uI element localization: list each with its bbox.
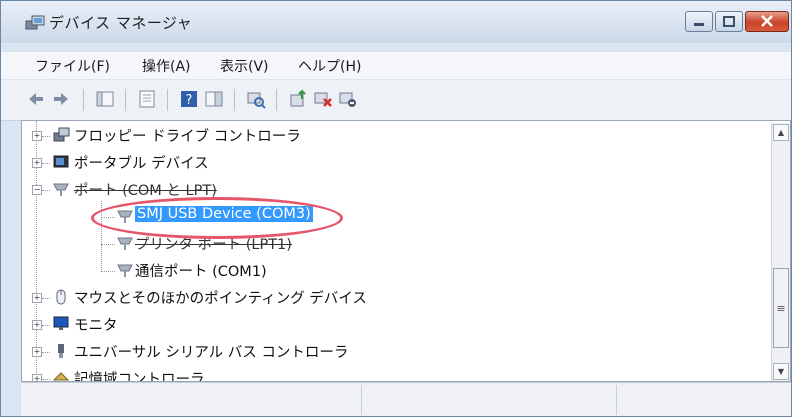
expand-toggle[interactable]: + (32, 131, 42, 141)
scroll-up-button[interactable]: ▲ (773, 124, 789, 141)
device-manager-window: デバイス マネージャ ファイル(F) 操作(A) 表示(V) ヘルプ(H) ? (0, 0, 792, 417)
status-divider (361, 385, 362, 415)
menu-bar: ファイル(F) 操作(A) 表示(V) ヘルプ(H) (1, 51, 791, 79)
tree-connector (101, 244, 115, 245)
forward-arrow-icon[interactable] (51, 89, 71, 109)
monitor-icon (53, 316, 69, 330)
tree-item-label: モニタ (74, 318, 118, 334)
properties-icon[interactable] (137, 89, 157, 109)
tree-connector (42, 352, 50, 353)
toolbar-separator (167, 89, 168, 111)
tree-item-floppy-controller[interactable]: + フロッピー ドライブ コントローラ (22, 124, 762, 148)
close-icon (761, 15, 773, 27)
tree-item-monitors[interactable]: + モニタ (22, 313, 762, 337)
title-bar[interactable]: デバイス マネージャ (1, 1, 791, 43)
tree-item-ports[interactable]: − ポート (COM と LPT) (22, 178, 762, 202)
toolbar-separator (234, 89, 235, 111)
port-icon (117, 237, 133, 250)
maximize-icon (723, 16, 735, 27)
portable-device-icon (53, 155, 69, 168)
port-icon (53, 183, 69, 196)
tree-item-mice[interactable]: + マウスとそのほかのポインティング デバイス (22, 286, 762, 310)
maximize-button[interactable] (715, 11, 743, 32)
menu-action[interactable]: 操作(A) (142, 56, 191, 76)
menu-view[interactable]: 表示(V) (220, 56, 269, 76)
expand-toggle[interactable]: + (32, 320, 42, 330)
tree-item-label: ユニバーサル シリアル バス コントローラ (74, 345, 349, 361)
tree-item-usb-controllers[interactable]: + ユニバーサル シリアル バス コントローラ (22, 340, 762, 364)
action-pane-icon[interactable] (204, 89, 224, 109)
minimize-icon (694, 23, 704, 26)
menu-file[interactable]: ファイル(F) (35, 56, 110, 76)
tree-item-printer-port[interactable]: プリンタ ポート (LPT1) (22, 232, 762, 256)
mouse-icon (56, 289, 66, 305)
tree-item-label: 記憶域コントローラ (74, 372, 205, 382)
tree-item-label: マウスとそのほかのポインティング デバイス (74, 291, 367, 307)
tree-connector (42, 325, 50, 326)
close-button[interactable] (745, 11, 789, 32)
svg-text:?: ? (186, 93, 193, 108)
tree-item-storage-controllers[interactable]: + 記憶域コントローラ (22, 367, 762, 382)
tree-item-portable-devices[interactable]: + ポータブル デバイス (22, 151, 762, 175)
usb-icon (58, 344, 64, 358)
help-icon[interactable]: ? (179, 89, 199, 109)
toolbar-separator (83, 89, 84, 111)
expand-toggle[interactable]: + (32, 374, 42, 381)
port-icon (117, 264, 133, 277)
scan-hardware-changes-icon[interactable] (246, 89, 266, 109)
collapse-toggle[interactable]: − (32, 185, 42, 195)
expand-toggle[interactable]: + (32, 347, 42, 357)
toolbar: ? (1, 80, 791, 121)
tree-connector (42, 379, 50, 380)
tree-connector (42, 163, 50, 164)
window-title: デバイス マネージャ (49, 14, 193, 32)
storage-controller-icon (52, 372, 70, 381)
back-arrow-icon[interactable] (26, 89, 46, 109)
scroll-thumb[interactable]: ≡ (773, 268, 789, 348)
expand-toggle[interactable]: + (32, 293, 42, 303)
vertical-scrollbar[interactable]: ▲ ≡ ▼ (771, 123, 790, 381)
uninstall-device-icon[interactable] (313, 89, 333, 109)
toolbar-separator (276, 89, 277, 111)
tree-connector (42, 190, 50, 191)
tree-connector (101, 271, 115, 272)
expand-toggle[interactable]: + (32, 158, 42, 168)
device-manager-icon (25, 15, 45, 30)
tree-item-comm-port[interactable]: 通信ポート (COM1) (22, 259, 762, 283)
tree-connector (42, 298, 50, 299)
tree-item-label: ポータブル デバイス (74, 156, 209, 172)
tree-item-label: フロッピー ドライブ コントローラ (74, 129, 301, 145)
toolbar-separator (125, 89, 126, 111)
tree-item-label: 通信ポート (COM1) (135, 264, 267, 280)
update-driver-icon[interactable] (288, 89, 308, 109)
scroll-down-button[interactable]: ▼ (773, 363, 789, 380)
floppy-controller-icon (53, 127, 70, 142)
highlight-annotation (91, 197, 343, 239)
device-tree: + フロッピー ドライブ コントローラ + ポータブル デバイス − ポート (… (21, 120, 791, 382)
minimize-button[interactable] (685, 11, 713, 32)
menu-help[interactable]: ヘルプ(H) (298, 56, 361, 76)
disable-device-icon[interactable] (338, 89, 358, 109)
status-divider (616, 385, 617, 415)
status-bar (21, 382, 791, 416)
show-hide-console-tree-icon[interactable] (95, 89, 115, 109)
tree-connector (42, 136, 50, 137)
